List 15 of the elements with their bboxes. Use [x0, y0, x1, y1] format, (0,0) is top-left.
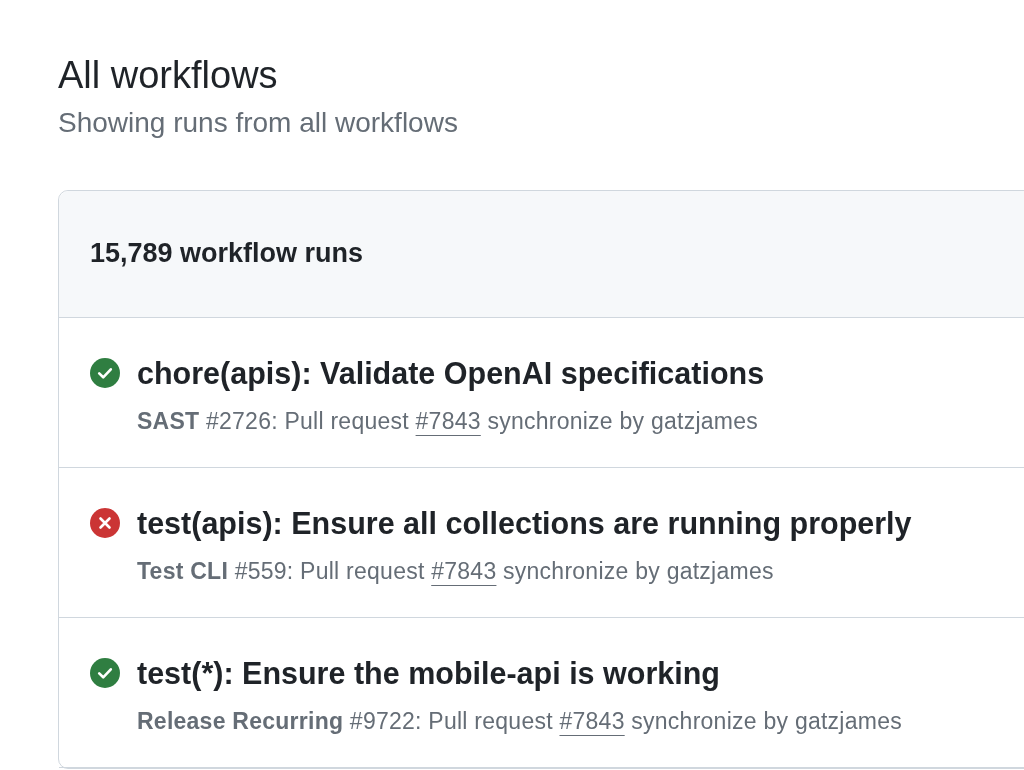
run-details: Test CLI #559: Pull request #7843 synchronize by gatzjames: [137, 557, 774, 585]
page-subtitle: Showing runs from all workflows: [58, 106, 458, 140]
run-details: Release Recurring #9722: Pull request #7843 synchronize by gatzjames: [137, 707, 902, 735]
run-title-link[interactable]: chore(apis): Validate OpenAI specifications: [137, 355, 765, 391]
success-check-icon: [90, 658, 120, 688]
run-title-link[interactable]: test(apis): Ensure all collections are running properly: [137, 505, 912, 541]
pull-request-link[interactable]: #7843: [415, 408, 481, 434]
run-title-link[interactable]: test(*): Ensure the mobile-api is working: [137, 655, 720, 691]
failure-x-icon: [90, 508, 120, 538]
success-check-icon: [90, 358, 120, 388]
run-count: 15,789 workflow runs: [90, 238, 364, 268]
pull-request-link[interactable]: #7843: [431, 558, 497, 584]
page-title: All workflows: [58, 53, 278, 98]
pull-request-link[interactable]: #7843: [559, 708, 625, 734]
run-details: SAST #2726: Pull request #7843 synchronize by gatzjames: [137, 407, 759, 435]
